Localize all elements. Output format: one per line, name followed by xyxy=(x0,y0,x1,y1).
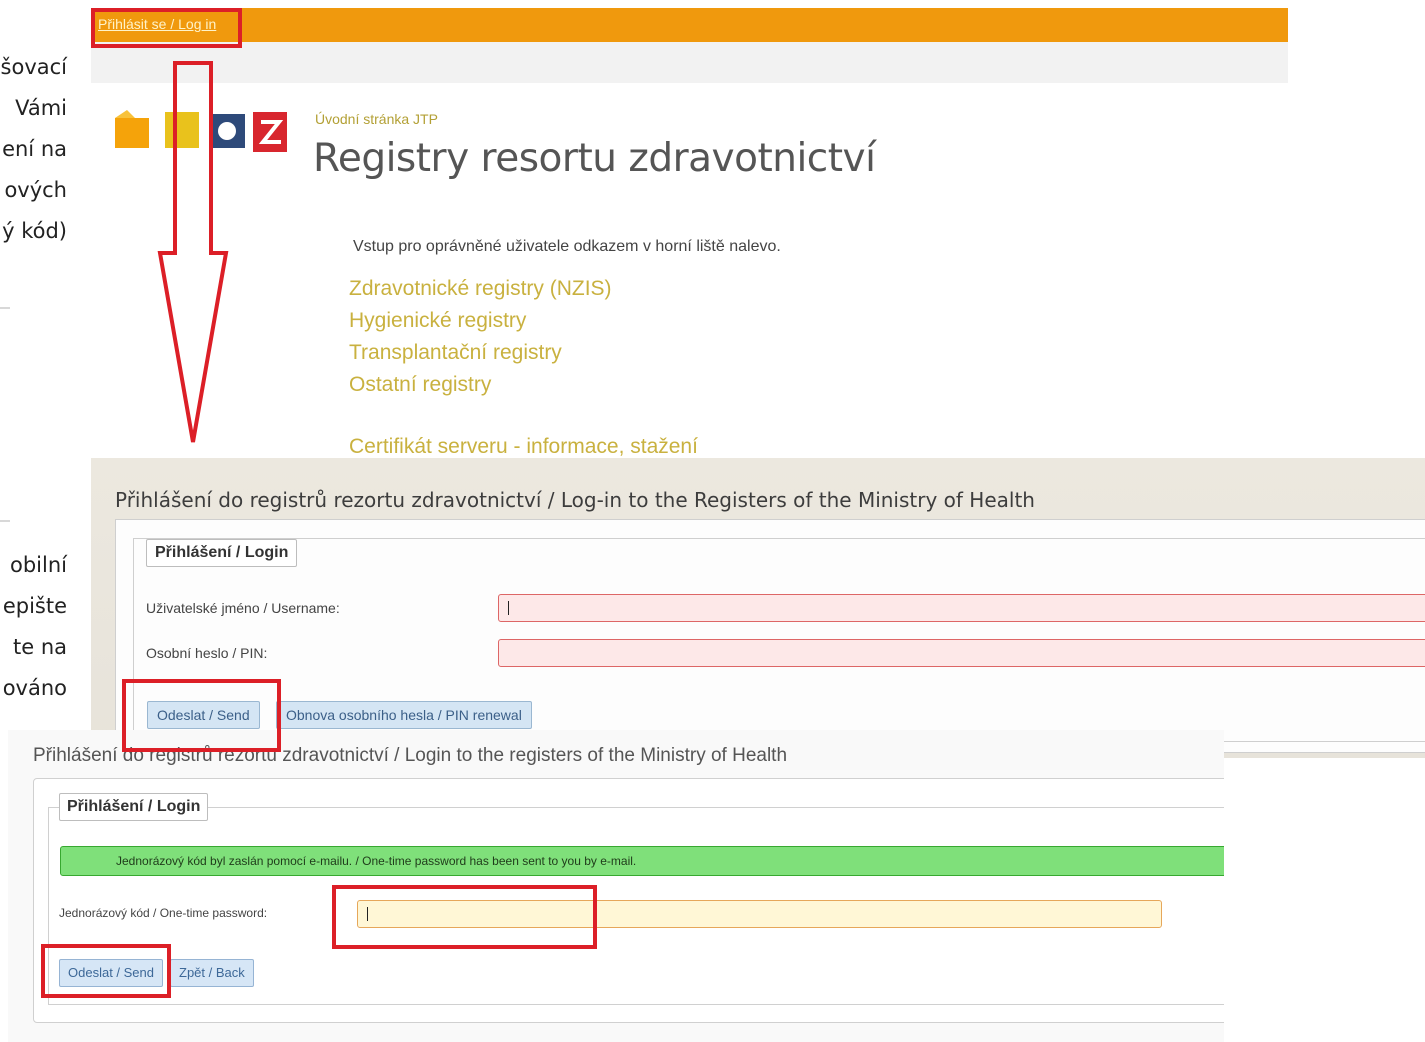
highlight-otp-input xyxy=(332,885,597,949)
document-text-fragment: Vámi xyxy=(15,96,67,120)
text-caret xyxy=(508,601,509,615)
login-form-title: Přihlášení do registrů rezortu zdravotni… xyxy=(115,488,1035,512)
otp-label: Jednorázový kód / One-time password: xyxy=(59,906,268,920)
document-text-fragment: šovací xyxy=(0,55,67,79)
registry-link-other[interactable]: Ostatní registry xyxy=(349,373,612,405)
document-text-fragment: obilní xyxy=(10,553,67,577)
pin-label: Osobní heslo / PIN: xyxy=(146,645,268,661)
portal-screenshot: Přihlásit se / Log in Úvodní stránka JTP… xyxy=(91,8,1425,460)
back-button[interactable]: Zpět / Back xyxy=(170,959,254,987)
pin-input[interactable] xyxy=(498,639,1425,667)
notice-text: Jednorázový kód byl zaslán pomocí e-mail… xyxy=(116,854,637,868)
document-text-fragment: ení na xyxy=(2,137,67,161)
otp-screenshot: Přihlášení do registrů rezortu zdravotni… xyxy=(8,730,1224,1042)
highlight-login-link xyxy=(91,8,242,48)
document-text-fragment: ových xyxy=(4,178,67,202)
logo-accent xyxy=(115,110,135,118)
breadcrumb-home[interactable]: Úvodní stránka JTP xyxy=(315,111,438,127)
document-text-fragment: ováno xyxy=(2,676,67,700)
page-title: Registry resortu zdravotnictví xyxy=(313,136,876,181)
pin-renewal-button[interactable]: Obnova osobního hesla / PIN renewal xyxy=(276,701,532,729)
top-bar: Přihlásit se / Log in xyxy=(91,8,1288,42)
username-input[interactable] xyxy=(498,594,1425,622)
document-divider xyxy=(0,520,10,522)
intro-text: Vstup pro oprávněné uživatele odkazem v … xyxy=(353,238,781,255)
username-label: Uživatelské jméno / Username: xyxy=(146,600,340,616)
document-divider xyxy=(0,307,10,309)
document-text-fragment: te na xyxy=(12,635,67,659)
certificate-link[interactable]: Certifikát serveru - informace, stažení xyxy=(349,435,698,459)
login-screenshot: Přihlášení do registrů rezortu zdravotni… xyxy=(91,458,1425,758)
otp-sent-notice: Jednorázový kód byl zaslán pomocí e-mail… xyxy=(60,846,1224,876)
registry-link-hygiene[interactable]: Hygienické registry xyxy=(349,309,612,341)
document-text-fragment: ý kód) xyxy=(2,219,67,243)
document-text-fragment: epište xyxy=(2,594,67,618)
highlight-send-button xyxy=(122,679,281,752)
sub-bar xyxy=(91,42,1288,83)
registry-link-nzis[interactable]: Zdravotnické registry (NZIS) xyxy=(349,277,612,309)
logo-block-orange xyxy=(115,118,149,148)
login-legend: Přihlášení / Login xyxy=(146,539,298,567)
registry-link-list: Zdravotnické registry (NZIS) Hygienické … xyxy=(349,277,612,405)
down-arrow-annotation xyxy=(157,61,229,443)
otp-legend: Přihlášení / Login xyxy=(59,793,209,821)
highlight-otp-send-button xyxy=(41,944,171,998)
registry-link-transplant[interactable]: Transplantační registry xyxy=(349,341,612,373)
